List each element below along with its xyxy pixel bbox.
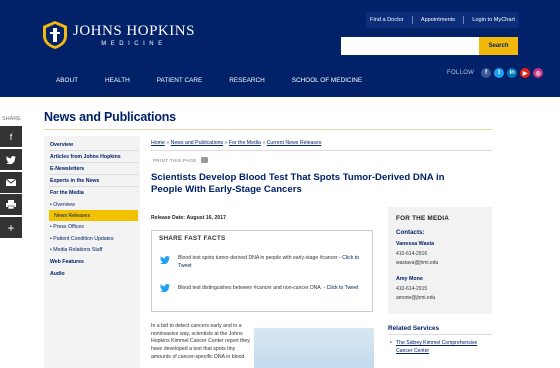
follow-label: FOLLOW bbox=[447, 70, 475, 76]
divider bbox=[463, 16, 465, 24]
contacts-label: Contacts: bbox=[396, 229, 425, 236]
nav-research[interactable]: RESEARCH bbox=[229, 77, 265, 84]
contact-phone: 410-614-2915 bbox=[396, 286, 428, 292]
share-fast-facts: SHARE FAST FACTS Blood test spots tumor-… bbox=[151, 230, 373, 312]
divider bbox=[151, 150, 492, 151]
mychart-login-link[interactable]: Login to MyChart bbox=[472, 17, 515, 23]
contact-email[interactable]: amone@jhmi.edu bbox=[396, 295, 435, 301]
contact-name: Amy Mone bbox=[396, 276, 423, 282]
share-print-icon[interactable] bbox=[0, 194, 22, 215]
media-contacts-box: FOR THE MEDIA Contacts: Vanessa Wasta 41… bbox=[388, 207, 492, 314]
article-title: Scientists Develop Blood Test That Spots… bbox=[151, 172, 445, 195]
page-title: News and Publications bbox=[44, 110, 176, 124]
logo-wordmark: JOHNS HOPKINS bbox=[73, 23, 195, 39]
leftnav-overview[interactable]: Overview bbox=[50, 142, 73, 148]
divider bbox=[49, 174, 138, 175]
logo-subtitle: MEDICINE bbox=[101, 41, 167, 47]
leftnav-for-the-media[interactable]: For the Media bbox=[50, 190, 84, 196]
leftnav-media-overview[interactable]: • Overview bbox=[50, 202, 75, 208]
search-button[interactable]: Search bbox=[479, 37, 518, 55]
contact-email[interactable]: wastava@jhmi.edu bbox=[396, 260, 438, 266]
shield-logo-icon bbox=[43, 21, 67, 49]
contact-phone: 410-614-2916 bbox=[396, 251, 428, 257]
leftnav-patient-condition[interactable]: • Patient Condition Updates bbox=[50, 236, 114, 242]
twitter-icon[interactable]: t bbox=[494, 68, 505, 78]
related-services-title: Related Services bbox=[388, 325, 440, 332]
share-more-icon[interactable]: + bbox=[0, 217, 22, 238]
click-to-tweet-link[interactable]: Click to Tweet bbox=[327, 285, 359, 291]
twitter-icon[interactable] bbox=[160, 284, 170, 293]
share-facebook-icon[interactable]: f bbox=[0, 126, 22, 147]
divider bbox=[49, 186, 138, 187]
leftnav-media-relations[interactable]: • Media Relations Staff bbox=[50, 247, 102, 253]
jhm-logo[interactable]: JOHNS HOPKINS MEDICINE bbox=[42, 20, 195, 50]
breadcrumb-media[interactable]: For the Media bbox=[229, 140, 261, 146]
instagram-icon[interactable]: ◎ bbox=[533, 68, 544, 78]
printer-icon bbox=[200, 157, 208, 163]
breadcrumb: Home » News and Publications » For the M… bbox=[151, 140, 322, 146]
leftnav-web-features[interactable]: Web Features bbox=[50, 259, 84, 265]
fast-fact-1: Blood test spots tumor-derived DNA in pe… bbox=[178, 255, 359, 269]
print-label: PRINT THIS PAGE bbox=[153, 157, 197, 163]
site-header: JOHNS HOPKINS MEDICINE Find a Doctor App… bbox=[0, 0, 560, 97]
breadcrumb-home[interactable]: Home bbox=[151, 140, 165, 146]
leftnav-experts[interactable]: Experts in the News bbox=[50, 178, 99, 184]
leftnav-audio[interactable]: Audio bbox=[50, 271, 65, 277]
social-follow: FOLLOW f t in ▶ ◎ bbox=[447, 68, 544, 78]
bullet: • bbox=[390, 340, 392, 346]
appointments-link[interactable]: Appointments bbox=[421, 17, 455, 23]
leftnav-enewsletters[interactable]: E-Newsletters bbox=[50, 166, 84, 172]
leftnav-press-offices[interactable]: • Press Offices bbox=[50, 224, 84, 230]
article-image bbox=[254, 328, 374, 368]
fast-fact-2: Blood test distinguishes between #cancer… bbox=[178, 285, 359, 291]
nav-about[interactable]: ABOUT bbox=[56, 77, 78, 84]
print-page-link[interactable]: PRINT THIS PAGE bbox=[153, 157, 208, 163]
contact-name: Vanessa Wasta bbox=[396, 241, 435, 247]
nav-school-of-medicine[interactable]: SCHOOL OF MEDICINE bbox=[292, 77, 362, 84]
share-twitter-icon[interactable] bbox=[0, 149, 22, 170]
leftnav-news-releases[interactable]: News Releases bbox=[54, 213, 90, 219]
utility-links: Find a Doctor Appointments Login to MyCh… bbox=[366, 12, 519, 28]
release-date: Release Date: August 16, 2017 bbox=[151, 215, 226, 221]
share-email-icon[interactable] bbox=[0, 172, 22, 193]
related-service-link[interactable]: The Sidney Kimmel Comprehensive Cancer C… bbox=[396, 340, 492, 355]
divider bbox=[49, 150, 138, 151]
linkedin-icon[interactable]: in bbox=[507, 68, 518, 78]
main-nav: ABOUT HEALTH PATIENT CARE RESEARCH SCHOO… bbox=[56, 77, 389, 84]
leftnav-articles[interactable]: Articles from Johns Hopkins bbox=[50, 154, 121, 160]
search-input[interactable] bbox=[341, 37, 479, 55]
youtube-icon[interactable]: ▶ bbox=[520, 68, 531, 78]
media-box-title: FOR THE MEDIA bbox=[396, 215, 450, 222]
title-divider bbox=[44, 129, 492, 130]
breadcrumb-news[interactable]: News and Publications bbox=[171, 140, 223, 146]
find-a-doctor-link[interactable]: Find a Doctor bbox=[370, 17, 404, 23]
divider bbox=[388, 334, 492, 335]
divider bbox=[49, 162, 138, 163]
divider bbox=[411, 16, 413, 24]
breadcrumb-releases[interactable]: Current News Releases bbox=[267, 140, 322, 146]
twitter-icon[interactable] bbox=[160, 256, 170, 265]
share-label: SHARE bbox=[2, 116, 21, 122]
article-body: In a bid to detect cancers early and in … bbox=[151, 323, 250, 360]
facts-title: SHARE FAST FACTS bbox=[159, 235, 226, 242]
nav-health[interactable]: HEALTH bbox=[105, 77, 130, 84]
facebook-icon[interactable]: f bbox=[481, 68, 492, 78]
nav-patient-care[interactable]: PATIENT CARE bbox=[157, 77, 202, 84]
